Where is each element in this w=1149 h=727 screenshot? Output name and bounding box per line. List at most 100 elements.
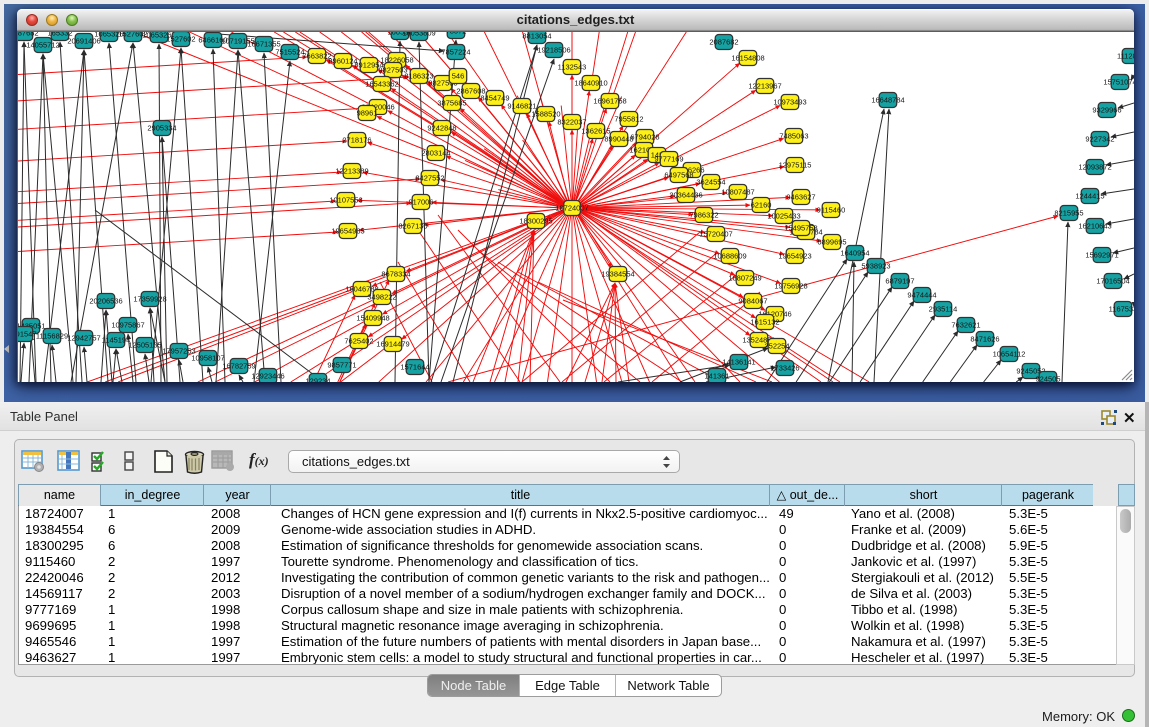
svg-text:78572: 78572 <box>446 32 467 35</box>
svg-text:19384554: 19384554 <box>601 269 634 278</box>
svg-text:9474444: 9474444 <box>907 290 936 299</box>
svg-text:7986322: 7986322 <box>689 210 718 219</box>
svg-text:16210643: 16210643 <box>1078 221 1111 230</box>
svg-text:7663822: 7663822 <box>302 51 331 60</box>
svg-text:16648784: 16648784 <box>871 95 904 104</box>
svg-text:12975115: 12975115 <box>779 160 812 169</box>
svg-text:12213389: 12213389 <box>335 166 368 175</box>
svg-text:10958107: 10958107 <box>191 353 224 362</box>
svg-text:917006: 917006 <box>408 197 433 206</box>
svg-text:12213967: 12213967 <box>748 81 781 90</box>
svg-text:991547: 991547 <box>18 329 37 338</box>
svg-text:1571644: 1571644 <box>400 362 429 371</box>
svg-text:16053809: 16053809 <box>402 32 435 37</box>
svg-text:546: 546 <box>452 71 465 80</box>
svg-text:15751074: 15751074 <box>1103 77 1134 86</box>
svg-text:8215955: 8215955 <box>1054 208 1083 217</box>
svg-text:10975867: 10975867 <box>111 320 144 329</box>
svg-text:17016504: 17016504 <box>1096 276 1129 285</box>
svg-text:8427552: 8427552 <box>415 173 444 182</box>
svg-text:19654985: 19654985 <box>331 226 364 235</box>
svg-text:2087682: 2087682 <box>709 37 738 46</box>
svg-text:10807487: 10807487 <box>721 187 754 196</box>
svg-text:12942757: 12942757 <box>67 333 100 342</box>
svg-text:129234: 129234 <box>305 376 330 382</box>
svg-text:98961: 98961 <box>357 108 378 117</box>
svg-text:2905334: 2905334 <box>147 123 176 132</box>
svg-text:12093872: 12093872 <box>1078 162 1111 171</box>
svg-text:9084067: 9084067 <box>738 296 767 305</box>
svg-text:19654923: 19654923 <box>778 251 811 260</box>
svg-text:10688609: 10688609 <box>713 251 746 260</box>
svg-text:7485063: 7485063 <box>779 131 808 140</box>
svg-text:9857771: 9857771 <box>327 360 356 369</box>
svg-text:9115460: 9115460 <box>817 205 846 214</box>
svg-text:9242848: 9242848 <box>427 123 456 132</box>
svg-text:8678334: 8678334 <box>381 269 410 278</box>
svg-text:18300295: 18300295 <box>519 216 552 225</box>
svg-text:7632621: 7632621 <box>951 320 980 329</box>
svg-text:3624554: 3624554 <box>696 177 725 186</box>
svg-text:6899695: 6899695 <box>817 237 846 246</box>
svg-text:10107553: 10107553 <box>329 195 362 204</box>
svg-text:9777169: 9777169 <box>654 154 683 163</box>
svg-text:1167533: 1167533 <box>1109 304 1134 313</box>
svg-text:8471626: 8471626 <box>970 334 999 343</box>
svg-text:1615132: 1615132 <box>750 317 779 326</box>
svg-text:252254: 252254 <box>764 341 789 350</box>
svg-text:12923446: 12923446 <box>251 371 284 380</box>
svg-text:18640910: 18640910 <box>574 78 607 87</box>
svg-text:1527602: 1527602 <box>166 34 195 43</box>
svg-text:16543362: 16543362 <box>365 79 398 88</box>
svg-text:10654112: 10654112 <box>993 349 1026 358</box>
svg-text:18807249: 18807249 <box>728 273 761 282</box>
svg-text:14055712: 14055712 <box>26 40 59 49</box>
svg-text:1588520: 1588520 <box>531 109 560 118</box>
svg-text:15409948: 15409948 <box>356 313 389 322</box>
svg-text:9463627: 9463627 <box>786 192 815 201</box>
svg-text:16782759: 16782759 <box>222 361 255 370</box>
svg-text:1244415: 1244415 <box>1075 191 1104 200</box>
svg-text:11156829: 11156829 <box>36 331 68 340</box>
svg-text:1145194: 1145194 <box>102 335 131 344</box>
svg-text:10973493: 10973493 <box>773 97 806 106</box>
svg-text:2087682: 2087682 <box>18 32 39 37</box>
svg-text:14136141: 14136141 <box>722 357 755 366</box>
svg-text:8454749: 8454749 <box>480 93 509 102</box>
svg-text:1112843: 1112843 <box>1117 51 1134 60</box>
svg-text:7515524: 7515524 <box>275 47 304 56</box>
svg-text:8322037: 8322037 <box>557 117 586 126</box>
svg-text:15495758: 15495758 <box>784 223 817 232</box>
svg-text:18724007: 18724007 <box>555 203 588 212</box>
svg-text:10025433: 10025433 <box>767 211 800 220</box>
svg-text:2718176: 2718176 <box>342 135 371 144</box>
svg-text:8813054: 8813054 <box>522 32 551 40</box>
svg-text:924505: 924505 <box>1035 374 1060 382</box>
svg-text:6794028: 6794028 <box>630 132 659 141</box>
svg-text:20364436: 20364436 <box>669 190 702 199</box>
svg-text:16961758: 16961758 <box>593 96 626 105</box>
svg-text:3875685: 3875685 <box>437 98 466 107</box>
svg-text:19218506: 19218506 <box>537 45 570 54</box>
svg-text:2935114: 2935114 <box>929 304 958 313</box>
svg-text:6879197: 6879197 <box>885 276 914 285</box>
svg-text:1640954: 1640954 <box>840 248 869 257</box>
svg-text:1132543: 1132543 <box>558 62 587 71</box>
svg-text:7625402: 7625402 <box>344 336 373 345</box>
svg-text:7955812: 7955812 <box>614 114 643 123</box>
svg-text:16914479: 16914479 <box>376 339 409 348</box>
svg-text:62160: 62160 <box>751 200 772 209</box>
svg-text:141361: 141361 <box>704 371 729 380</box>
svg-text:8990448: 8990448 <box>604 134 633 143</box>
svg-text:9827503: 9827503 <box>378 65 407 74</box>
svg-text:3498222: 3498222 <box>367 292 396 301</box>
svg-text:1733426: 1733426 <box>770 363 799 372</box>
svg-text:20206536: 20206536 <box>89 296 122 305</box>
svg-text:9329966: 9329966 <box>1092 105 1121 114</box>
svg-text:5938923: 5938923 <box>861 261 890 270</box>
svg-text:17359928: 17359928 <box>133 294 166 303</box>
svg-text:16154808: 16154808 <box>731 53 764 62</box>
svg-text:15692971: 15692971 <box>1085 250 1118 259</box>
svg-text:8960124: 8960124 <box>328 56 357 65</box>
svg-text:19756928: 19756928 <box>774 281 807 290</box>
